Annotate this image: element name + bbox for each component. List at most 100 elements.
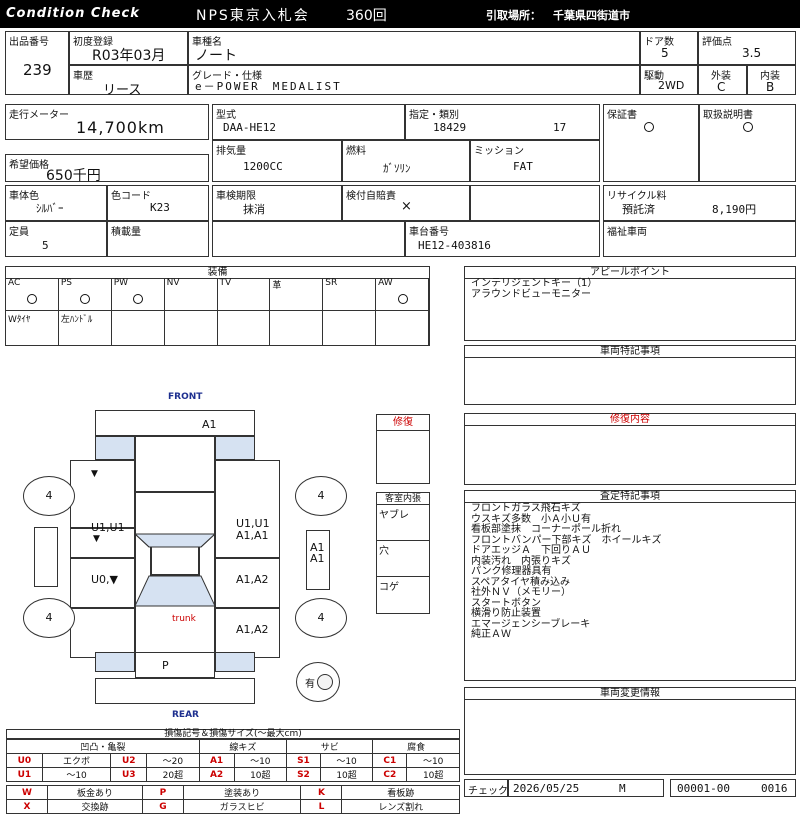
recycle-fee: 8,190円 [712, 203, 757, 216]
insurance-label: 検付自賠責 [346, 191, 396, 202]
equipment-panel: 装備 AC PS PW NV TV 革 SR AW Wﾀｲﾔ 左ﾊﾝﾄﾞﾙ [5, 266, 430, 346]
capacity-value: 5 [42, 239, 49, 252]
equipment-label: PW [113, 278, 129, 288]
color-code-value: K23 [150, 201, 170, 214]
load-cell: 積載量 [107, 221, 209, 257]
chassis-label: 車台番号 [409, 227, 449, 238]
rear-gate-panel: P [135, 652, 215, 678]
code-1: 00001-00 [677, 782, 730, 795]
inspection-note-line: 看板部塗抹 コーナーポール折れ [471, 524, 621, 535]
equipment-label: AC [8, 278, 21, 288]
grade-value: e－POWER MEDALIST [195, 80, 342, 93]
equipment-option-cell-8 [376, 311, 429, 345]
recycle-status: 預託済 [622, 203, 655, 216]
fuel-cell: 燃料 ｶﾞｿﾘﾝ [342, 140, 470, 182]
equipment-label: SR [325, 278, 338, 288]
legend-group-header: 凹凸・亀裂 [6, 739, 200, 754]
model-value: DAA-HE12 [223, 121, 276, 134]
legend-code: A2 [198, 767, 235, 782]
car-name-value: ノート [195, 48, 237, 64]
cabin-item: 穴 [379, 546, 389, 557]
equipped-circle-icon [397, 294, 408, 304]
interior-cell: 内装 B [747, 65, 796, 95]
tire-rear-right: 4 [295, 598, 347, 638]
repair-content-title: 修復内容 [465, 414, 795, 426]
score-label: 評価点 [702, 37, 732, 48]
insurance-cell: 検付自賠責 × [342, 185, 470, 221]
spare-tire: 有 [296, 662, 340, 702]
welfare-label: 福祉車両 [607, 227, 647, 238]
inspection-note-line: 社外ＮＶ（メモリー） [471, 587, 571, 598]
lot-number: 239 [23, 61, 52, 79]
trunk-label: trunk [172, 614, 196, 624]
manual-cell: 取扱説明書 [699, 104, 796, 182]
mileage-label: 走行メーター [9, 110, 69, 121]
repair-box-title: 修復 [377, 415, 429, 431]
auction-round: 360回 [346, 8, 387, 24]
check-date-cell: 2026/05/25 M [508, 779, 664, 797]
tire-front-left: 4 [23, 476, 75, 516]
pickup-place: 千葉県四街道市 [553, 9, 630, 22]
history-cell: 車歴 リース [69, 65, 188, 98]
right-mirror-panel: A1 A1 [306, 530, 330, 590]
blank-cell-a [470, 185, 600, 221]
legend-desc: ～10 [233, 753, 288, 768]
blank-cell-b [212, 221, 405, 257]
left-front-mark: ▼ [91, 469, 98, 479]
warranty-label: 保証書 [607, 110, 637, 121]
price-label: 希望価格 [9, 160, 49, 171]
code-2: 0016 [761, 782, 788, 795]
repair-box: 修復 [376, 414, 430, 484]
legend-desc: レンズ割れ [341, 799, 460, 814]
vehicle-notes-panel: 車両特記事項 [464, 345, 796, 405]
repair-content-panel: 修復内容 [464, 413, 796, 485]
exterior-value: C [717, 80, 726, 94]
equipment-option-cell-4 [165, 311, 218, 345]
mission-cell: ミッション FAT [470, 140, 600, 182]
equipment-cell-7: SR [323, 278, 377, 311]
interior-value: B [766, 80, 775, 94]
doors-value: 5 [661, 46, 669, 60]
model-cell: 型式 DAA-HE12 [212, 104, 405, 140]
equipment-cell-8: AW [376, 278, 429, 311]
rear-left-corner [95, 652, 135, 672]
equipment-option-cell-6 [270, 311, 324, 345]
tire-rear-left: 4 [23, 598, 75, 638]
grade-cell: グレード・仕様 e－POWER MEDALIST [188, 65, 640, 95]
change-info-panel: 車両変更情報 [464, 687, 796, 775]
legend-code: S2 [286, 767, 321, 782]
fuel-label: 燃料 [346, 146, 366, 157]
equipment-cell-6: 革 [270, 278, 324, 311]
equipment-option-cell-1: Wﾀｲﾔ [6, 311, 59, 345]
equipment-option-cell-2: 左ﾊﾝﾄﾞﾙ [59, 311, 112, 345]
warranty-cell: 保証書 [603, 104, 699, 182]
header-bar: Condition Check NPS東京入札会 360回 引取場所： 千葉県四… [0, 0, 800, 28]
front-left-fender-top [95, 436, 135, 460]
equipment-cell-5: TV [217, 278, 271, 311]
history-value: リース [103, 83, 142, 98]
inspection-notes-list: フロントガラス飛石キズ ウスキズ多数 小Ａ小Ｕ有 看板部塗抹 コーナーポール折れ フロ… [471, 503, 662, 641]
tire-rear-left-value: 4 [45, 611, 53, 624]
color-code-label: 色コード [111, 191, 151, 202]
exterior-cell: 外装 C [698, 65, 747, 95]
legend-code: U0 [6, 753, 43, 768]
legend-desc: 10超 [319, 767, 374, 782]
left-rear-fender [70, 608, 135, 658]
equipment-cell-2: PS [58, 278, 112, 311]
inspection-note-line: 純正ＡＷ [471, 629, 511, 640]
check-date: 2026/05/25 [513, 782, 580, 795]
displacement-cell: 排気量 1200CC [212, 140, 342, 182]
legend-desc: 交換跡 [47, 799, 143, 814]
mission-value: FAT [513, 160, 533, 173]
tire-front-left-value: 4 [45, 489, 53, 502]
legend-table: 凹凸・亀裂 線キズ サビ 腐食 U0 エクボ U2 ～20 A1 ～10 S1 ～10 C1 ～10 U1 ～… [6, 739, 460, 782]
left-front-fender: ▼ [70, 460, 135, 528]
equipment-cell-3: PW [111, 278, 165, 311]
equipment-label: 革 [272, 281, 282, 291]
auction-name: NPS東京入札会 [196, 8, 310, 24]
recycle-cell: リサイクル料 預託済 8,190円 [603, 185, 796, 221]
windshield-lines [135, 533, 215, 607]
legend-code: G [141, 799, 184, 814]
legend-desc: 20超 [146, 767, 200, 782]
tire-front-right: 4 [295, 476, 347, 516]
